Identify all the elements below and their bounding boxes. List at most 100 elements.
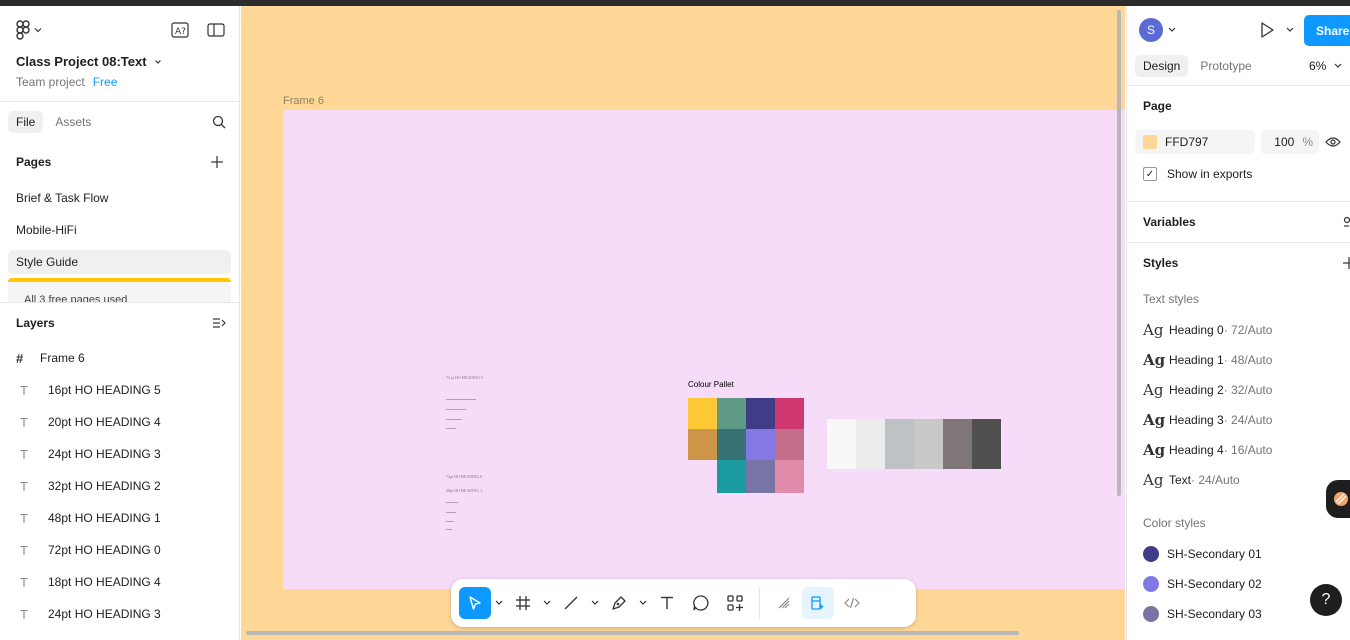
file-title[interactable]: Class Project 08:Text xyxy=(16,54,163,69)
tab-prototype[interactable]: Prototype xyxy=(1192,55,1259,77)
colour-swatch[interactable] xyxy=(775,429,804,460)
colour-swatch[interactable] xyxy=(717,429,746,460)
colour-swatch[interactable] xyxy=(827,419,856,469)
color-style-name: SH-Secondary 01 xyxy=(1167,547,1262,561)
text-style-item[interactable]: Ag Text · 24/Auto xyxy=(1127,465,1350,495)
colour-swatch[interactable] xyxy=(885,419,914,469)
page-item-style-guide[interactable]: Style Guide xyxy=(8,250,231,274)
layer-item[interactable]: T 18pt HO HEADING 4 xyxy=(0,566,239,598)
shape-tool-menu[interactable] xyxy=(589,600,601,606)
colour-swatch[interactable] xyxy=(856,419,885,469)
type-specimen-line: 72 pt HO HEADING 0 xyxy=(446,375,484,380)
page-fill-opacity-field[interactable]: 100 % xyxy=(1261,130,1319,154)
chevron-down-icon[interactable] xyxy=(1168,27,1176,33)
line-tool-button[interactable] xyxy=(555,587,587,619)
text-style-item[interactable]: Ag Heading 2 · 32/Auto xyxy=(1127,375,1350,405)
layer-item[interactable]: T 16pt HO HEADING 5 xyxy=(0,374,239,406)
avatar[interactable]: S xyxy=(1139,18,1163,42)
move-tool-menu[interactable] xyxy=(493,600,505,606)
main-menu-button[interactable] xyxy=(16,20,42,40)
colour-swatch[interactable] xyxy=(746,460,775,493)
ai-text-button[interactable]: A? xyxy=(168,20,192,40)
show-in-exports-row[interactable]: ✓ Show in exports xyxy=(1127,158,1350,190)
page-item-brief[interactable]: Brief & Task Flow xyxy=(0,182,239,214)
variables-icon[interactable] xyxy=(1343,216,1350,230)
layer-item[interactable]: T 32pt HO HEADING 2 xyxy=(0,470,239,502)
layer-label: 48pt HO HEADING 1 xyxy=(48,511,161,525)
page-fill-row: FFD797 100 % xyxy=(1135,126,1342,158)
colour-swatch[interactable] xyxy=(688,429,717,460)
text-style-item[interactable]: Ag Heading 0 · 72/Auto xyxy=(1127,315,1350,345)
text-tool-button[interactable] xyxy=(651,587,683,619)
help-button[interactable]: ? xyxy=(1310,584,1342,616)
colour-swatch[interactable] xyxy=(972,419,1001,469)
colour-swatch[interactable] xyxy=(943,419,972,469)
toggle-sidebar-button[interactable] xyxy=(204,20,228,40)
layer-item[interactable]: T 24pt HO HEADING 3 xyxy=(0,438,239,470)
colour-swatch[interactable] xyxy=(717,460,746,493)
layer-item[interactable]: T 48pt HO HEADING 1 xyxy=(0,502,239,534)
tab-design[interactable]: Design xyxy=(1135,54,1189,77)
frame-label[interactable]: Frame 6 xyxy=(283,95,324,107)
frame-icon: # xyxy=(16,350,24,366)
colour-pallet-title[interactable]: Colour Pallet xyxy=(688,380,734,389)
styles-title: Styles xyxy=(1143,256,1179,270)
right-panel: S Share Design Prototype 6% Page FFD797 … xyxy=(1126,6,1350,640)
layer-item[interactable]: T 24pt HO HEADING 3 xyxy=(0,598,239,630)
share-button[interactable]: Share xyxy=(1304,15,1350,46)
page-item-mobile-hifi[interactable]: Mobile-HiFi xyxy=(0,214,239,246)
text-style-name: Heading 4 xyxy=(1169,443,1224,457)
color-style-swatch xyxy=(1143,606,1159,622)
frame-tool-menu[interactable] xyxy=(541,600,553,606)
frame-6[interactable]: 72 pt HO HEADING 0 72pt HO HEADING 0 48p… xyxy=(283,110,1125,589)
colour-swatch[interactable] xyxy=(914,419,943,469)
layer-label: 32pt HO HEADING 2 xyxy=(48,479,161,493)
tab-assets[interactable]: Assets xyxy=(47,111,99,133)
plan-badge[interactable]: Free xyxy=(93,75,118,89)
text-style-item[interactable]: Ag Heading 1 · 48/Auto xyxy=(1127,345,1350,375)
type-specimen-line xyxy=(446,428,456,429)
page-fill-hex-field[interactable]: FFD797 xyxy=(1135,130,1255,154)
layer-frame-6[interactable]: # Frame 6 xyxy=(0,342,239,374)
color-styles-list: SH-Secondary 01 SH-Secondary 02 SH-Seconda… xyxy=(1127,539,1350,629)
text-style-item[interactable]: Ag Heading 4 · 16/Auto xyxy=(1127,435,1350,465)
layer-item[interactable]: T 72pt HO HEADING 0 xyxy=(0,534,239,566)
layer-item[interactable]: T 20pt HO HEADING 4 xyxy=(0,406,239,438)
page-fill-swatch[interactable] xyxy=(1143,135,1157,149)
move-tool-button[interactable] xyxy=(459,587,491,619)
actions-tool-button[interactable] xyxy=(719,587,751,619)
pen-tool-menu[interactable] xyxy=(637,600,649,606)
add-page-button[interactable] xyxy=(209,154,225,170)
variables-title[interactable]: Variables xyxy=(1127,202,1350,242)
design-mode-button[interactable] xyxy=(802,587,834,619)
colour-swatch[interactable] xyxy=(717,398,746,429)
pen-tool-button[interactable] xyxy=(603,587,635,619)
canvas[interactable]: Frame 6 72 pt HO HEADING 0 72pt HO HEADI… xyxy=(241,6,1125,640)
vertical-scrollbar[interactable] xyxy=(1117,10,1121,496)
dev-mode-button[interactable] xyxy=(836,587,868,619)
color-style-item[interactable]: SH-Secondary 01 xyxy=(1127,539,1350,569)
show-in-exports-checkbox[interactable]: ✓ xyxy=(1143,167,1157,181)
colour-swatch[interactable] xyxy=(775,460,804,493)
plugin-badge[interactable] xyxy=(1326,480,1350,518)
tab-file[interactable]: File xyxy=(8,111,44,133)
zoom-dropdown[interactable]: 6% xyxy=(1309,59,1342,73)
search-button[interactable] xyxy=(211,114,227,130)
text-style-item[interactable]: Ag Heading 3 · 24/Auto xyxy=(1127,405,1350,435)
colour-swatch[interactable] xyxy=(775,398,804,429)
chevron-down-icon[interactable] xyxy=(1286,27,1294,33)
collapse-layers-icon xyxy=(213,318,226,328)
text-style-meta: · 24/Auto xyxy=(1223,413,1273,427)
comment-tool-button[interactable] xyxy=(685,587,717,619)
eye-icon[interactable] xyxy=(1325,136,1341,148)
team-name[interactable]: Team project xyxy=(16,75,85,89)
collapse-layers-button[interactable] xyxy=(211,315,227,331)
frame-tool-button[interactable] xyxy=(507,587,539,619)
colour-swatch[interactable] xyxy=(746,398,775,429)
colour-swatch[interactable] xyxy=(688,398,717,429)
horizontal-scrollbar[interactable] xyxy=(246,631,1019,635)
draw-mode-button[interactable] xyxy=(768,587,800,619)
play-icon[interactable] xyxy=(1259,21,1275,39)
colour-swatch[interactable] xyxy=(746,429,775,460)
plus-icon[interactable] xyxy=(1343,257,1350,269)
